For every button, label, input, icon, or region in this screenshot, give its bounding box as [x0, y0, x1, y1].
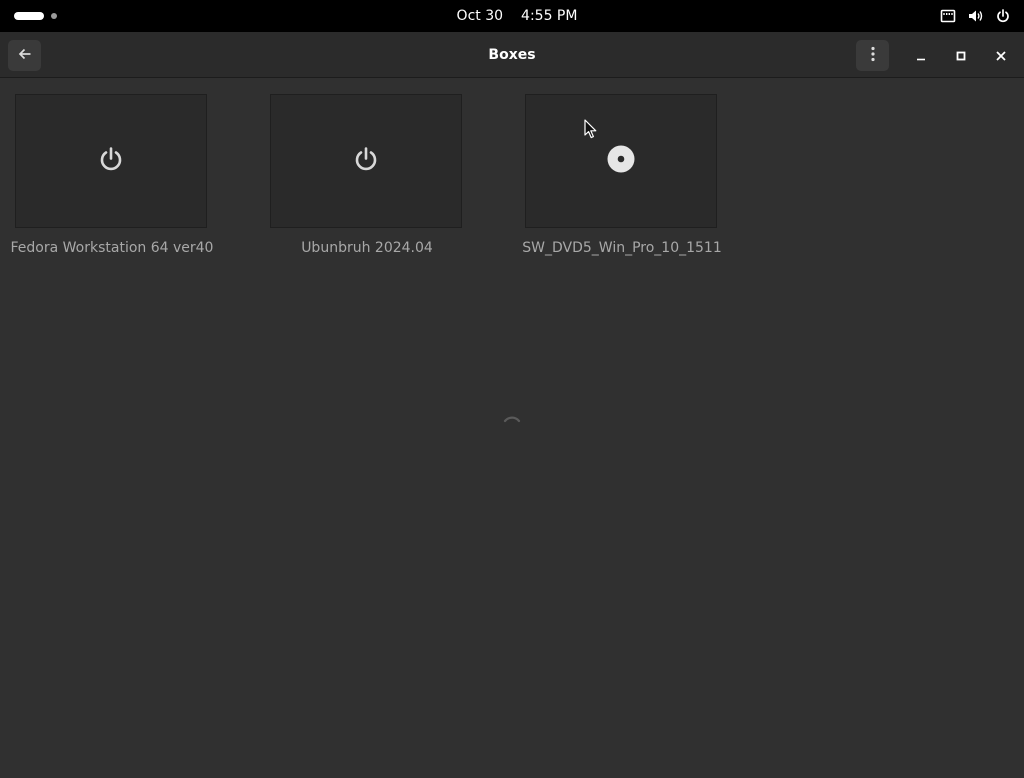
power-icon [98, 146, 124, 176]
clock-time: 4:55 PM [521, 8, 578, 24]
vm-card-win-pro[interactable]: SW_DVD5_Win_Pro_10_1511 [522, 94, 722, 256]
clock[interactable]: Oct 30 4:55 PM [0, 0, 1024, 32]
main-menu-button[interactable] [856, 40, 889, 71]
vm-thumbnail[interactable] [270, 94, 462, 228]
system-menu[interactable] [940, 7, 1010, 25]
vm-name: SW_DVD5_Win_Pro_10_1511 [522, 240, 722, 256]
disc-icon [607, 145, 635, 177]
minimize-icon [916, 46, 926, 65]
kebab-menu-icon [870, 46, 875, 66]
vm-name: Fedora Workstation 64 ver40 [10, 240, 214, 256]
power-icon [353, 146, 379, 176]
close-button[interactable] [989, 44, 1013, 66]
loading-spinner-icon [500, 412, 524, 436]
vm-name: Ubunbruh 2024.04 [301, 240, 433, 256]
clock-date: Oct 30 [456, 8, 504, 24]
machines-grid: Fedora Workstation 64 ver40 Ubunbruh 202… [0, 79, 1024, 778]
header-bar: Boxes [0, 32, 1024, 78]
vm-thumbnail[interactable] [525, 94, 717, 228]
close-icon [996, 46, 1006, 65]
minimize-button[interactable] [909, 44, 933, 66]
vm-card-ubunbruh[interactable]: Ubunbruh 2024.04 [270, 94, 464, 256]
power-icon [996, 9, 1010, 23]
maximize-icon [956, 46, 966, 65]
volume-icon [968, 9, 984, 23]
top-bar: Oct 30 4:55 PM [0, 0, 1024, 32]
mouse-pointer-icon [584, 119, 598, 143]
maximize-button[interactable] [949, 44, 973, 66]
network-wired-icon [940, 9, 956, 23]
vm-card-fedora[interactable]: Fedora Workstation 64 ver40 [11, 94, 213, 256]
vm-thumbnail[interactable] [15, 94, 207, 228]
